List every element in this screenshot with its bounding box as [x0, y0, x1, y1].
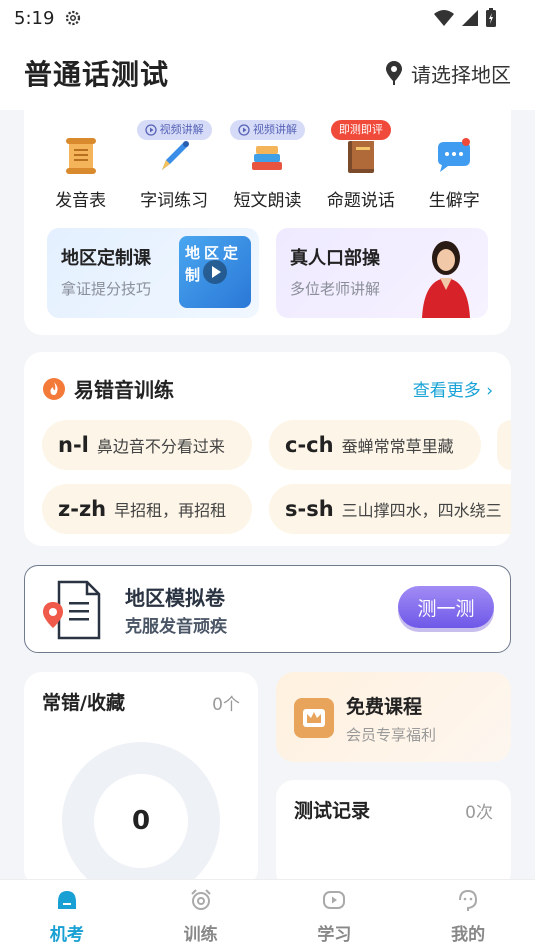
free-course-card[interactable]: 免费课程 会员专享福利: [276, 672, 511, 762]
mock-exam-card[interactable]: 地区模拟卷 克服发音顽疾 测一测: [24, 565, 511, 653]
drill-item[interactable]: n-l 鼻边音不分看过来: [42, 420, 252, 470]
wifi-icon: [434, 10, 454, 26]
errors-favorites-card[interactable]: 常错/收藏 0个 0: [24, 672, 258, 900]
free-course-subtitle: 会员专享福利: [346, 726, 437, 744]
chat-bubble-icon: [438, 138, 471, 172]
region-selector[interactable]: 请选择地区: [385, 59, 511, 88]
video-tag: 视频讲解: [229, 120, 305, 140]
feature-label: 短文朗读: [233, 191, 302, 211]
books-icon: [252, 146, 283, 170]
drill-item[interactable]: c-ch 蚕蝉常常草里藏: [269, 420, 481, 470]
feature-label: 命题说话: [326, 191, 395, 211]
play-circle-icon: [144, 124, 157, 136]
feature-rare-characters[interactable]: 生僻字: [409, 118, 499, 211]
take-test-button[interactable]: 测一测: [398, 586, 494, 628]
tab-label: 训练: [183, 925, 218, 945]
page-title: 普通话测试: [24, 58, 170, 91]
exam-icon: [57, 891, 76, 909]
record-count: 0次: [465, 803, 493, 823]
tab-label: 学习: [317, 925, 352, 945]
tab-study[interactable]: 学习: [294, 880, 374, 951]
tab-label: 机考: [49, 925, 84, 945]
errors-ring-chart: 0: [62, 742, 220, 900]
document-location-icon: [43, 580, 101, 640]
scroll-icon: [65, 138, 96, 174]
book-icon: [347, 141, 374, 173]
instant-eval-tag: 即测即评: [330, 120, 391, 140]
drill-item-partial[interactable]: [497, 420, 511, 470]
feature-pronunciation-table[interactable]: 发音表: [36, 118, 126, 211]
battery-icon: [486, 8, 496, 27]
play-icon: [323, 891, 346, 909]
free-course-title: 免费课程: [346, 696, 423, 718]
tab-label: 我的: [451, 925, 486, 945]
profile-face-icon: [459, 889, 478, 911]
feature-topic-speaking[interactable]: 即测即评 命题说话: [316, 118, 406, 211]
feature-label: 字词练习: [140, 191, 209, 211]
play-icon: [203, 260, 227, 284]
course-video-thumbnail[interactable]: 地区定制: [179, 236, 251, 308]
tab-training[interactable]: 训练: [161, 880, 241, 951]
play-circle-icon: [238, 124, 250, 136]
pen-icon: [162, 141, 190, 170]
teacher-portrait-icon: [422, 241, 470, 318]
regional-course-card[interactable]: 地区定制课 拿证提分技巧 地区定制: [47, 228, 259, 318]
drill-title: 易错音训练: [74, 378, 174, 402]
app-header: 普通话测试 请选择地区: [0, 36, 535, 110]
record-title: 测试记录: [294, 800, 371, 822]
feature-word-practice[interactable]: 视频讲解 字词练习: [129, 118, 219, 211]
test-record-card[interactable]: 测试记录 0次: [276, 780, 511, 890]
video-tag: 视频讲解: [136, 120, 212, 140]
tab-exam[interactable]: 机考: [27, 880, 107, 951]
feature-label: 生僻字: [428, 191, 480, 211]
tab-profile[interactable]: 我的: [428, 880, 508, 951]
mock-subtitle: 克服发音顽疾: [125, 617, 227, 637]
mock-title: 地区模拟卷: [125, 586, 225, 610]
status-time: 5:19: [14, 7, 55, 29]
feature-card: 发音表 视频讲解 字词练习 视频讲解 短文朗读 即测即评 命题说话 生僻字 地区…: [24, 110, 511, 335]
status-bar: 5:19: [0, 0, 535, 36]
errors-count: 0个: [212, 695, 240, 715]
crown-icon: [294, 698, 334, 738]
bottom-tab-bar: 机考 训练 学习 我的: [0, 879, 535, 951]
fire-icon: [43, 377, 65, 400]
signal-icon: [462, 10, 478, 26]
errors-title: 常错/收藏: [42, 692, 125, 714]
settings-gear-icon: [66, 10, 81, 26]
drill-item[interactable]: z-zh 早招租，再招租: [42, 484, 252, 534]
drill-item[interactable]: s-sh 三山撑四水，四水绕三: [269, 484, 511, 534]
feature-passage-reading[interactable]: 视频讲解 短文朗读: [222, 118, 312, 211]
alarm-clock-icon: [190, 889, 211, 910]
pronunciation-drill-card: 易错音训练 查看更多 › n-l 鼻边音不分看过来 c-ch 蚕蝉常常草里藏 z-z…: [24, 352, 511, 546]
location-pin-icon: [386, 61, 402, 85]
see-more-link[interactable]: 查看更多 ›: [413, 376, 493, 401]
feature-label: 发音表: [55, 191, 107, 211]
region-label: 请选择地区: [411, 62, 511, 87]
errors-value: 0: [94, 774, 188, 868]
mouth-exercise-card[interactable]: 真人口部操 多位老师讲解: [276, 228, 488, 318]
